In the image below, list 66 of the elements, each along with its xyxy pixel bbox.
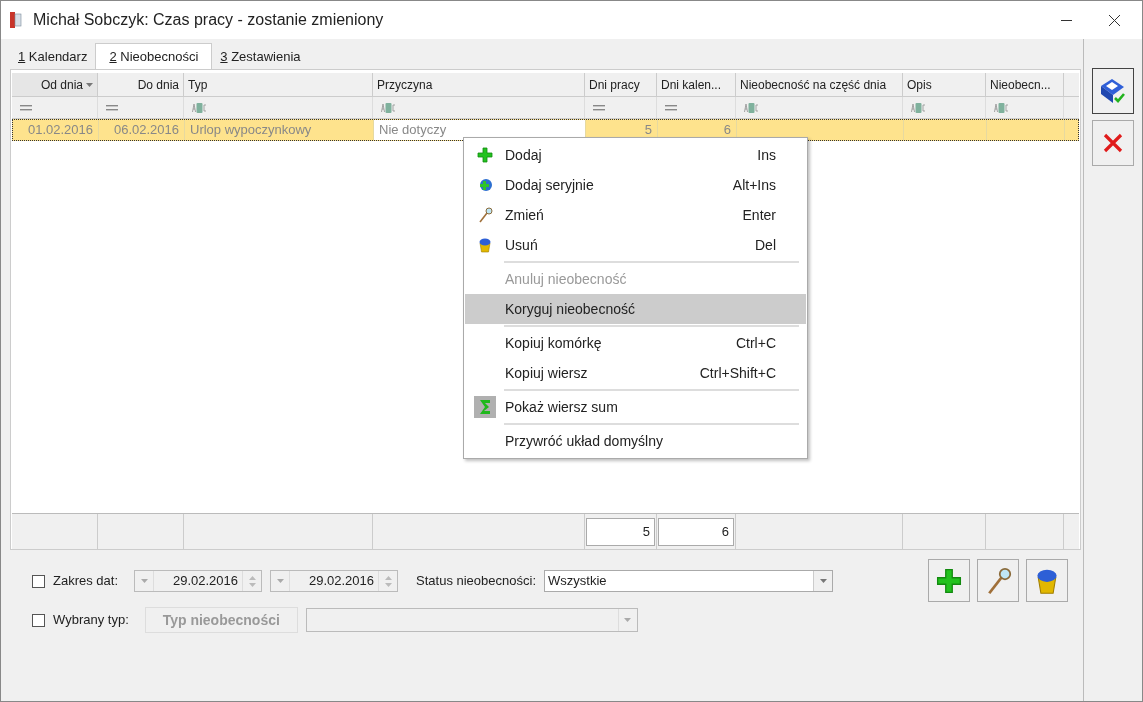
- type-dropdown[interactable]: [305, 608, 638, 632]
- text-filter-icon[interactable]: [911, 102, 926, 113]
- equals-filter-icon[interactable]: [593, 104, 605, 111]
- column-header[interactable]: Nieobecność na część dnia: [736, 73, 903, 96]
- text-filter-icon[interactable]: [381, 102, 396, 113]
- tab[interactable]: 3 Zestawienia: [212, 45, 309, 69]
- column-header[interactable]: Do dnia: [98, 73, 184, 96]
- menu-item[interactable]: Koryguj nieobecność: [465, 294, 806, 324]
- total-cell: 6: [658, 517, 734, 546]
- table-row[interactable]: 01.02.2016 06.02.2016 Urlop wypoczynkowy Nie dotyczy 5 6: [12, 119, 1079, 141]
- edit-button[interactable]: [977, 559, 1019, 602]
- date-field[interactable]: 29.02.2016: [270, 570, 399, 592]
- app-icon: [9, 11, 25, 29]
- field-label: Status nieobecności:: [416, 572, 536, 591]
- caret-icon: [276, 579, 284, 583]
- menu-item[interactable]: Usuń Del: [465, 230, 806, 260]
- table-cell: Nie dotyczy: [374, 120, 586, 140]
- tab[interactable]: 1 Kalendarz: [10, 45, 96, 69]
- table-cell: 06.02.2016: [99, 120, 185, 140]
- globe-icon: [477, 177, 493, 193]
- column-header[interactable]: Nieobecn...: [986, 73, 1064, 96]
- field-label: Zakres dat:: [53, 572, 119, 591]
- total-cell: 5: [586, 517, 655, 546]
- sum-icon: [474, 396, 496, 418]
- column-header[interactable]: Opis: [903, 73, 986, 96]
- menu-item[interactable]: Kopiuj wiersz Ctrl+Shift+C: [465, 358, 806, 388]
- equals-filter-icon[interactable]: [665, 104, 677, 111]
- menu-item[interactable]: Dodaj seryjnie Alt+Ins: [465, 170, 806, 200]
- plus-icon: [477, 147, 493, 163]
- plus-icon: [936, 567, 962, 594]
- tab[interactable]: 2 Nieobecności: [95, 43, 213, 69]
- save-icon: [1098, 76, 1128, 106]
- menu-item[interactable]: Pokaż wiersz sum: [465, 392, 806, 422]
- menu-item[interactable]: Zmień Enter: [465, 200, 806, 230]
- window-title: Michał Sobczyk: Czas pracy - zostanie zmieniony: [33, 10, 384, 30]
- close-icon: [1102, 132, 1124, 154]
- menu-item[interactable]: Dodaj Ins: [465, 140, 806, 170]
- equals-filter-icon[interactable]: [20, 104, 32, 111]
- add-button[interactable]: [928, 559, 970, 602]
- text-filter-icon[interactable]: [744, 102, 759, 113]
- column-header[interactable]: Typ: [184, 73, 373, 96]
- date-field[interactable]: 29.02.2016: [134, 570, 263, 592]
- text-filter-icon[interactable]: [192, 102, 207, 113]
- table-cell: 01.02.2016: [13, 120, 99, 140]
- magnifier-icon: [477, 207, 493, 223]
- menu-item[interactable]: Przywróć układ domyślny: [465, 426, 806, 456]
- delete-button[interactable]: [1026, 559, 1068, 602]
- column-header[interactable]: Od dnia: [12, 73, 98, 96]
- status-dropdown[interactable]: Wszystkie: [544, 570, 833, 592]
- column-header[interactable]: Dni kalen...: [657, 73, 736, 96]
- bin-icon: [477, 237, 493, 253]
- caret-icon: [624, 618, 632, 622]
- checkbox[interactable]: [32, 613, 45, 627]
- column-header[interactable]: Przyczyna: [373, 73, 585, 96]
- field-label: Wybrany typ:: [53, 611, 129, 630]
- checkbox[interactable]: [32, 574, 45, 588]
- cancel-button[interactable]: [1092, 120, 1134, 166]
- caret-icon: [140, 579, 148, 583]
- caret-icon: [819, 579, 827, 583]
- caret-icon: [86, 82, 93, 87]
- column-header[interactable]: Dni pracy: [585, 73, 657, 96]
- save-button[interactable]: [1092, 68, 1134, 114]
- menu-item[interactable]: Kopiuj komórkę Ctrl+C: [465, 328, 806, 358]
- equals-filter-icon[interactable]: [106, 104, 118, 111]
- text-filter-icon[interactable]: [994, 102, 1009, 113]
- close-icon[interactable]: [1109, 14, 1120, 26]
